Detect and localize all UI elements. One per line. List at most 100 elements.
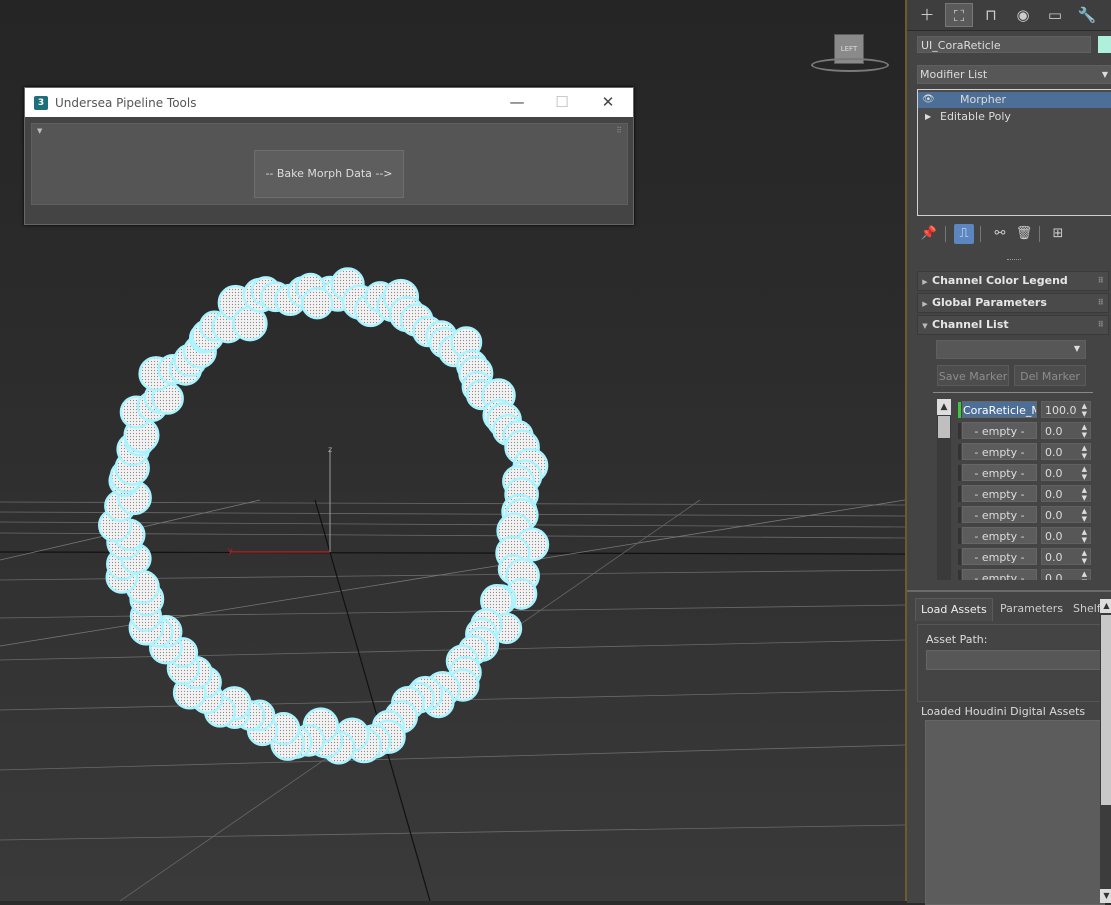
3dsmax-app-icon: 3 bbox=[34, 95, 48, 110]
channel-name-button[interactable]: - empty - bbox=[962, 506, 1037, 523]
spinner-arrows-icon[interactable]: ▲▼ bbox=[1082, 549, 1087, 565]
display-icon[interactable]: ▭ bbox=[1041, 3, 1069, 27]
channel-name-button[interactable]: - empty - bbox=[962, 485, 1037, 502]
channel-name-button[interactable]: - empty - bbox=[962, 527, 1037, 544]
channel-name-button[interactable]: - empty - bbox=[962, 464, 1037, 481]
eye-icon[interactable]: 👁 bbox=[922, 92, 935, 108]
make-unique-icon[interactable]: ⚯ bbox=[990, 224, 1010, 244]
drag-grip-icon[interactable]: ⠿ bbox=[1098, 294, 1104, 312]
channel-value-spinner[interactable]: 0.0 ▲▼ bbox=[1041, 527, 1091, 544]
maximize-button[interactable]: ☐ bbox=[540, 88, 584, 117]
channel-row[interactable]: - empty - 0.0 ▲▼ bbox=[955, 464, 1093, 482]
channel-row[interactable]: - empty - 0.0 ▲▼ bbox=[955, 422, 1093, 440]
spinner-arrows-icon[interactable]: ▲▼ bbox=[1082, 402, 1087, 418]
channel-name-button[interactable]: CoraReticle_Mor bbox=[962, 401, 1037, 418]
channel-value: 0.0 bbox=[1045, 446, 1063, 459]
channel-status-indicator bbox=[958, 402, 961, 418]
drag-grip-icon[interactable]: ⠿ bbox=[1098, 272, 1104, 290]
asset-path-input[interactable] bbox=[926, 650, 1106, 670]
motion-icon[interactable]: ◉ bbox=[1009, 3, 1037, 27]
loaded-assets-list[interactable] bbox=[925, 720, 1105, 905]
panel-scrollbar[interactable]: ▲ ▼ bbox=[1100, 599, 1111, 903]
scroll-up-icon[interactable]: ▲ bbox=[937, 399, 951, 415]
channel-scrollbar[interactable]: ▲ bbox=[937, 399, 951, 580]
minimize-button[interactable]: — bbox=[495, 88, 539, 117]
configure-modifier-sets-icon[interactable]: ⊞ bbox=[1048, 224, 1068, 244]
save-marker-button[interactable]: Save Marker bbox=[937, 365, 1009, 386]
spinner-arrows-icon[interactable]: ▲▼ bbox=[1082, 465, 1087, 481]
rollout-channel-list[interactable]: ▼ Channel List ⠿ bbox=[917, 315, 1109, 335]
viewcube[interactable]: LEFT bbox=[811, 32, 889, 72]
channel-name-button[interactable]: - empty - bbox=[962, 569, 1037, 580]
spinner-arrows-icon[interactable]: ▲▼ bbox=[1082, 528, 1087, 544]
channel-value-spinner[interactable]: 0.0 ▲▼ bbox=[1041, 569, 1091, 580]
stack-toolbar: 📌 ⎍ ⚯ 🗑 ⊞ bbox=[917, 222, 1111, 246]
asset-path-group: Asset Path: bbox=[917, 624, 1106, 702]
stack-item-label: Morpher bbox=[960, 93, 1006, 106]
rollout-global-parameters[interactable]: ▶ Global Parameters ⠿ bbox=[917, 293, 1109, 313]
channel-status-indicator bbox=[958, 465, 961, 481]
spinner-arrows-icon[interactable]: ▲▼ bbox=[1082, 570, 1087, 580]
channel-row[interactable]: - empty - 0.0 ▲▼ bbox=[955, 527, 1093, 545]
modifier-stack[interactable]: 👁 Morpher ▶ Editable Poly bbox=[917, 89, 1111, 216]
bake-morph-data-button[interactable]: -- Bake Morph Data --> bbox=[254, 150, 404, 198]
stack-item-morpher[interactable]: 👁 Morpher bbox=[918, 92, 1111, 108]
toolbar-divider bbox=[945, 226, 946, 242]
channel-value-spinner[interactable]: 0.0 ▲▼ bbox=[1041, 506, 1091, 523]
scroll-thumb[interactable] bbox=[1101, 615, 1111, 805]
channel-value-spinner[interactable]: 0.0 ▲▼ bbox=[1041, 548, 1091, 565]
expand-triangle-icon[interactable]: ▶ bbox=[925, 109, 931, 125]
channel-row[interactable]: - empty - 0.0 ▲▼ bbox=[955, 443, 1093, 461]
drag-grip-icon[interactable]: ⠿ bbox=[616, 126, 622, 135]
channel-value-spinner[interactable]: 0.0 ▲▼ bbox=[1041, 443, 1091, 460]
command-panel: ＋ ⛶ ⊓ ◉ ▭ 🔧 UI_CoraReticle Modifier List… bbox=[905, 0, 1111, 905]
channel-name-button[interactable]: - empty - bbox=[962, 443, 1037, 460]
rollout-channel-color-legend[interactable]: ▶ Channel Color Legend ⠿ bbox=[917, 271, 1109, 291]
tab-load-assets[interactable]: Load Assets bbox=[915, 598, 993, 621]
panel-resize-grip[interactable] bbox=[1007, 259, 1021, 262]
channel-name-button[interactable]: - empty - bbox=[962, 422, 1037, 439]
spinner-arrows-icon[interactable]: ▲▼ bbox=[1082, 486, 1087, 502]
create-icon[interactable]: ＋ bbox=[913, 3, 941, 27]
loaded-assets-label: Loaded Houdini Digital Assets bbox=[921, 705, 1086, 718]
collapse-triangle-icon[interactable]: ▼ bbox=[37, 127, 42, 135]
channel-row[interactable]: - empty - 0.0 ▲▼ bbox=[955, 569, 1093, 580]
particle-sphere bbox=[301, 286, 334, 320]
channel-value-spinner[interactable]: 100.0 ▲ ▼ bbox=[1041, 401, 1091, 418]
close-button[interactable]: ✕ bbox=[586, 88, 630, 117]
tab-parameters[interactable]: Parameters bbox=[995, 598, 1068, 620]
channel-name-button[interactable]: - empty - bbox=[962, 548, 1037, 565]
undersea-pipeline-tools-window[interactable]: 3 Undersea Pipeline Tools — ☐ ✕ ▼ ⠿ -- B… bbox=[24, 87, 634, 225]
drag-grip-icon[interactable]: ⠿ bbox=[1098, 316, 1104, 334]
scroll-up-icon[interactable]: ▲ bbox=[1100, 599, 1111, 613]
del-marker-button[interactable]: Del Marker bbox=[1014, 365, 1086, 386]
window-title: Undersea Pipeline Tools bbox=[55, 95, 197, 110]
channel-row[interactable]: - empty - 0.0 ▲▼ bbox=[955, 506, 1093, 524]
object-color-swatch[interactable] bbox=[1098, 36, 1111, 53]
hierarchy-icon[interactable]: ⊓ bbox=[977, 3, 1005, 27]
scroll-thumb[interactable] bbox=[938, 416, 950, 438]
window-titlebar[interactable]: 3 Undersea Pipeline Tools — ☐ ✕ bbox=[25, 88, 633, 117]
expand-triangle-icon: ▶ bbox=[922, 300, 928, 308]
channel-row[interactable]: - empty - 0.0 ▲▼ bbox=[955, 485, 1093, 503]
utilities-icon[interactable]: 🔧 bbox=[1073, 3, 1101, 27]
channel-value-spinner[interactable]: 0.0 ▲▼ bbox=[1041, 485, 1091, 502]
channel-value-spinner[interactable]: 0.0 ▲▼ bbox=[1041, 464, 1091, 481]
marker-dropdown[interactable]: ▼ bbox=[936, 340, 1086, 359]
object-name-field[interactable]: UI_CoraReticle bbox=[917, 36, 1091, 53]
show-end-result-icon[interactable]: ⎍ bbox=[954, 224, 974, 244]
channel-row[interactable]: CoraReticle_Mor 100.0 ▲▼ bbox=[955, 401, 1093, 419]
channel-value-spinner[interactable]: 0.0 ▲▼ bbox=[1041, 422, 1091, 439]
modify-icon[interactable]: ⛶ bbox=[945, 3, 973, 27]
pin-stack-icon[interactable]: 📌 bbox=[919, 224, 939, 244]
modifier-list-dropdown[interactable]: Modifier List ▼ bbox=[917, 65, 1111, 84]
channel-row[interactable]: - empty - 0.0 ▲▼ bbox=[955, 548, 1093, 566]
spinner-arrows-icon[interactable]: ▲▼ bbox=[1082, 507, 1087, 523]
spinner-arrows-icon[interactable]: ▲▼ bbox=[1082, 423, 1087, 439]
stack-item-editable-poly[interactable]: ▶ Editable Poly bbox=[918, 109, 1111, 125]
viewcube-ring[interactable] bbox=[811, 58, 889, 72]
spinner-arrows-icon[interactable]: ▲▼ bbox=[1082, 444, 1087, 460]
remove-modifier-icon[interactable]: 🗑 bbox=[1014, 224, 1034, 244]
rollout-label: Global Parameters bbox=[932, 296, 1047, 309]
channel-value: 0.0 bbox=[1045, 509, 1063, 522]
